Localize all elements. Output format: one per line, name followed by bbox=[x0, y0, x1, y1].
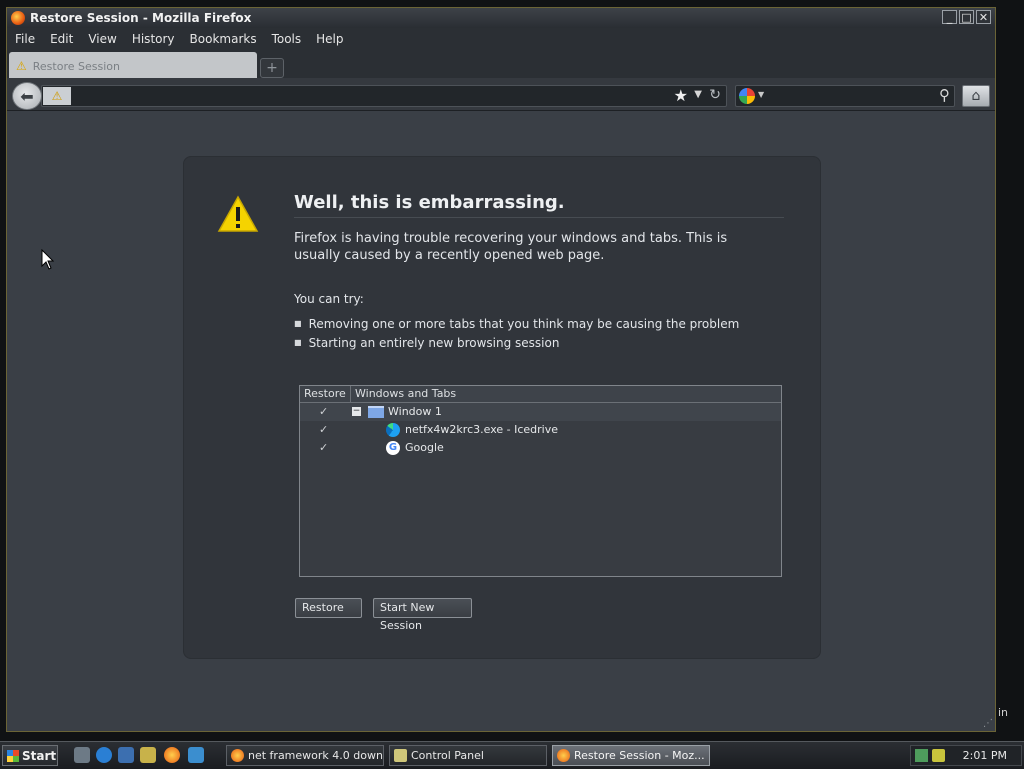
tree-row-label: Window 1 bbox=[388, 405, 442, 418]
column-header-restore[interactable]: Restore bbox=[300, 386, 351, 402]
home-button[interactable]: ⌂ bbox=[962, 85, 990, 107]
windows-logo-icon bbox=[7, 749, 19, 762]
firefox-icon bbox=[231, 749, 244, 762]
mouse-cursor-icon bbox=[41, 249, 55, 270]
taskbar-item-control-panel[interactable]: Control Panel bbox=[389, 745, 547, 766]
try-label: You can try: bbox=[294, 292, 364, 306]
google-icon: G bbox=[386, 441, 400, 455]
check-icon[interactable]: ✓ bbox=[319, 405, 328, 418]
taskbar-item-restore-session[interactable]: Restore Session - Moz... bbox=[552, 745, 710, 766]
tab-label: Restore Session bbox=[32, 59, 120, 73]
internet-explorer-icon[interactable] bbox=[96, 747, 112, 763]
navigation-toolbar: ⚠ ★ ▼ ↻ ⬅ ▼ ⚲ ⌂ bbox=[7, 78, 995, 111]
suggestion-list: Removing one or more tabs that you think… bbox=[294, 317, 740, 355]
session-tree[interactable]: Restore Windows and Tabs ✓ − Window 1 ✓ … bbox=[299, 385, 782, 577]
window-title: Restore Session - Mozilla Firefox bbox=[30, 11, 252, 25]
firefox-icon bbox=[11, 11, 25, 25]
list-item: Starting an entirely new browsing sessio… bbox=[294, 336, 739, 350]
back-button[interactable]: ⬅ bbox=[12, 82, 42, 110]
url-bar[interactable]: ⚠ ★ ▼ ↻ bbox=[41, 85, 727, 107]
menu-tools[interactable]: Tools bbox=[272, 32, 302, 46]
home-icon: ⌂ bbox=[971, 88, 981, 104]
tab-restore-session[interactable]: ⚠ Restore Session bbox=[9, 52, 257, 80]
system-tray: 2:01 PM bbox=[910, 745, 1022, 766]
divider bbox=[294, 217, 784, 218]
clock[interactable]: 2:01 PM bbox=[963, 749, 1007, 762]
warning-icon bbox=[217, 195, 259, 232]
new-tab-button[interactable]: + bbox=[260, 58, 284, 78]
reload-icon[interactable]: ↻ bbox=[709, 87, 721, 103]
column-header-windows-tabs[interactable]: Windows and Tabs bbox=[351, 386, 456, 402]
tree-row-tab[interactable]: ✓ netfx4w2krc3.exe - Icedrive bbox=[300, 421, 781, 439]
magnifier-icon[interactable]: ⚲ bbox=[939, 86, 950, 104]
tree-row-label: Google bbox=[405, 441, 444, 454]
bookmark-star-icon[interactable]: ★ bbox=[674, 87, 688, 105]
minimize-button[interactable]: _ bbox=[942, 10, 957, 24]
menu-help[interactable]: Help bbox=[316, 32, 343, 46]
menu-file[interactable]: File bbox=[15, 32, 35, 46]
menu-view[interactable]: View bbox=[88, 32, 116, 46]
tree-row-window[interactable]: ✓ − Window 1 bbox=[300, 403, 781, 421]
tray-app-icon[interactable] bbox=[932, 749, 945, 762]
page-title: Well, this is embarrassing. bbox=[294, 192, 565, 213]
tree-row-tab[interactable]: ✓ G Google bbox=[300, 439, 781, 457]
warning-icon: ⚠ bbox=[16, 59, 27, 73]
search-bar[interactable]: ▼ ⚲ bbox=[735, 85, 955, 107]
list-item: Removing one or more tabs that you think… bbox=[294, 317, 740, 331]
collapse-icon[interactable]: − bbox=[352, 407, 361, 416]
warning-icon[interactable]: ⚠ bbox=[43, 87, 71, 105]
menu-history[interactable]: History bbox=[132, 32, 175, 46]
maximize-button[interactable]: □ bbox=[959, 10, 974, 24]
window-icon bbox=[368, 406, 384, 418]
tree-row-label: netfx4w2krc3.exe - Icedrive bbox=[405, 423, 558, 436]
firefox-icon[interactable] bbox=[164, 747, 180, 763]
start-new-session-button[interactable]: Start New Session bbox=[373, 598, 472, 632]
page-content: Well, this is embarrassing. Firefox is h… bbox=[7, 111, 995, 731]
outlook-icon[interactable] bbox=[118, 747, 134, 763]
show-desktop-icon[interactable] bbox=[74, 747, 90, 763]
browser-favicon-icon bbox=[386, 423, 400, 437]
menu-bookmarks[interactable]: Bookmarks bbox=[190, 32, 257, 46]
task-label: net framework 4.0 downl... bbox=[248, 749, 384, 762]
network-icon[interactable] bbox=[915, 749, 928, 762]
error-panel: Well, this is embarrassing. Firefox is h… bbox=[183, 156, 821, 659]
check-icon[interactable]: ✓ bbox=[319, 423, 328, 436]
menu-bar: File Edit View History Bookmarks Tools H… bbox=[7, 28, 995, 50]
tree-header: Restore Windows and Tabs bbox=[300, 386, 781, 403]
background-text: in bbox=[998, 706, 1009, 719]
firefox-icon bbox=[557, 749, 570, 762]
menu-edit[interactable]: Edit bbox=[50, 32, 73, 46]
firefox-window: Restore Session - Mozilla Firefox _ □ ✕ … bbox=[6, 7, 996, 732]
google-icon[interactable] bbox=[739, 88, 755, 104]
start-button[interactable]: Start bbox=[2, 745, 58, 766]
check-icon[interactable]: ✓ bbox=[319, 441, 328, 454]
task-label: Restore Session - Moz... bbox=[574, 749, 705, 762]
chevron-down-icon[interactable]: ▼ bbox=[758, 90, 764, 99]
taskbar-item-net-framework[interactable]: net framework 4.0 downl... bbox=[226, 745, 384, 766]
close-button[interactable]: ✕ bbox=[976, 10, 991, 24]
task-label: Control Panel bbox=[411, 749, 484, 762]
telegram-icon[interactable] bbox=[188, 747, 204, 763]
title-bar[interactable]: Restore Session - Mozilla Firefox _ □ ✕ bbox=[7, 8, 995, 28]
resize-grip-icon[interactable]: ⋰ bbox=[983, 718, 993, 729]
taskbar: Start net framework 4.0 downl... Control… bbox=[0, 741, 1024, 769]
restore-button[interactable]: Restore bbox=[295, 598, 362, 618]
history-dropdown-icon[interactable]: ▼ bbox=[694, 89, 702, 100]
control-panel-icon bbox=[394, 749, 407, 762]
start-label: Start bbox=[22, 748, 57, 763]
arrow-left-icon: ⬅ bbox=[20, 87, 34, 106]
error-description: Firefox is having trouble recovering you… bbox=[294, 231, 728, 263]
search-icon[interactable] bbox=[140, 747, 156, 763]
